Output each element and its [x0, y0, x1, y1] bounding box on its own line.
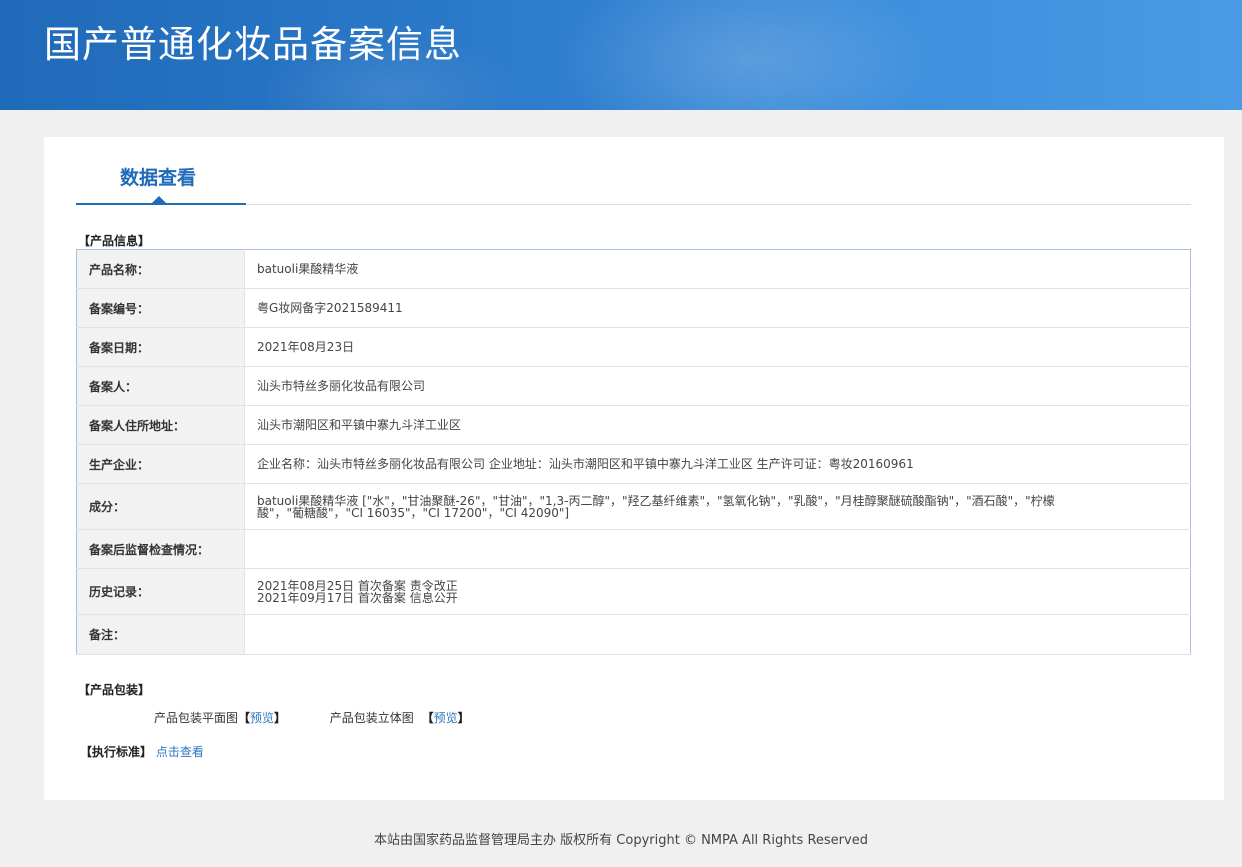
flat-preview-link[interactable]: 预览: [250, 709, 274, 726]
field-value: 汕头市潮阳区和平镇中寨九斗洋工业区: [244, 405, 1191, 445]
field-label: 备注：: [76, 614, 245, 655]
ingredients-line: 酸"，"葡糖酸"，"CI 16035"，"CI 17200"，"CI 42090…: [257, 505, 570, 520]
footer-copyright: 本站由国家药品监督管理局主办 版权所有 Copyright © NMPA All…: [374, 833, 868, 848]
page-title: 国产普通化妆品备案信息: [44, 23, 462, 66]
tab-active-underline: [76, 203, 246, 205]
table-row: 备案人： 汕头市特丝多丽化妆品有限公司: [76, 366, 1191, 406]
field-label: 备案人住所地址：: [76, 405, 245, 445]
bracket: 】: [274, 711, 287, 725]
bracket: 【: [238, 711, 251, 725]
bracket: 【: [421, 711, 434, 725]
tab-divider: [246, 204, 1191, 205]
content-panel: 数据查看 【产品信息】 产品名称： batuoli果酸精华液 备案编号： 粤G妆…: [44, 137, 1224, 800]
table-row: 成分： batuoli果酸精华液 ["水"，"甘油聚醚-26"，"甘油"，"1,…: [76, 483, 1191, 530]
header-banner: 国产普通化妆品备案信息: [0, 0, 1242, 110]
3d-preview-link[interactable]: 预览: [434, 709, 458, 726]
field-value: 汕头市特丝多丽化妆品有限公司: [244, 366, 1191, 406]
field-value: 企业名称：汕头市特丝多丽化妆品有限公司 企业地址：汕头市潮阳区和平镇中寨九斗洋工…: [244, 444, 1191, 484]
field-label: 备案编号：: [76, 288, 245, 328]
field-label: 备案日期：: [76, 327, 245, 367]
table-row: 备案编号： 粤G妆网备字2021589411: [76, 288, 1191, 328]
field-label: 产品名称：: [76, 249, 245, 289]
tab-data-view[interactable]: 数据查看: [120, 163, 196, 190]
section-heading-standard: 【执行标准】: [80, 745, 153, 759]
field-value: 粤G妆网备字2021589411: [244, 288, 1191, 328]
bracket: 】: [457, 711, 470, 725]
table-row: 备案后监督检查情况：: [76, 529, 1191, 569]
field-label: 备案人：: [76, 366, 245, 406]
table-row: 历史记录： 2021年08月25日 首次备案 责令改正 2021年09月17日 …: [76, 568, 1191, 615]
field-value: [244, 529, 1191, 569]
table-row: 备注：: [76, 614, 1191, 655]
flat-package-label: 产品包装平面图: [154, 711, 239, 725]
field-value: 2021年08月25日 首次备案 责令改正 2021年09月17日 首次备案 信…: [244, 568, 1191, 615]
field-value: 2021年08月23日: [244, 327, 1191, 367]
field-label: 生产企业：: [76, 444, 245, 484]
standard-row: 【执行标准】 点击查看: [80, 743, 204, 760]
banner-decoration: [560, 0, 940, 110]
field-label: 备案后监督检查情况：: [76, 529, 245, 569]
tab-caret-icon: [152, 196, 166, 203]
table-row: 生产企业： 企业名称：汕头市特丝多丽化妆品有限公司 企业地址：汕头市潮阳区和平镇…: [76, 444, 1191, 484]
history-line: 2021年09月17日 首次备案 信息公开: [257, 590, 458, 605]
product-info-table: 产品名称： batuoli果酸精华液 备案编号： 粤G妆网备字202158941…: [76, 249, 1191, 655]
table-row: 备案人住所地址： 汕头市潮阳区和平镇中寨九斗洋工业区: [76, 405, 1191, 445]
field-value: [244, 614, 1191, 655]
section-heading-packaging: 【产品包装】: [78, 683, 151, 697]
section-heading-product-info: 【产品信息】: [78, 234, 151, 248]
field-value: batuoli果酸精华液: [244, 249, 1191, 289]
ingredients-line: batuoli果酸精华液 ["水"，"甘油聚醚-26"，"甘油"，"1,3-丙二…: [257, 493, 1055, 508]
history-line: 2021年08月25日 首次备案 责令改正: [257, 578, 458, 593]
field-label: 历史记录：: [76, 568, 245, 615]
field-value: batuoli果酸精华液 ["水"，"甘油聚醚-26"，"甘油"，"1,3-丙二…: [244, 483, 1191, 530]
view-standard-link[interactable]: 点击查看: [156, 745, 204, 759]
packaging-links: 产品包装平面图【预览】 产品包装立体图 【预览】: [154, 709, 470, 726]
table-row: 备案日期： 2021年08月23日: [76, 327, 1191, 367]
table-row: 产品名称： batuoli果酸精华液: [76, 249, 1191, 289]
3d-package-label: 产品包装立体图: [329, 711, 414, 725]
field-label: 成分：: [76, 483, 245, 530]
